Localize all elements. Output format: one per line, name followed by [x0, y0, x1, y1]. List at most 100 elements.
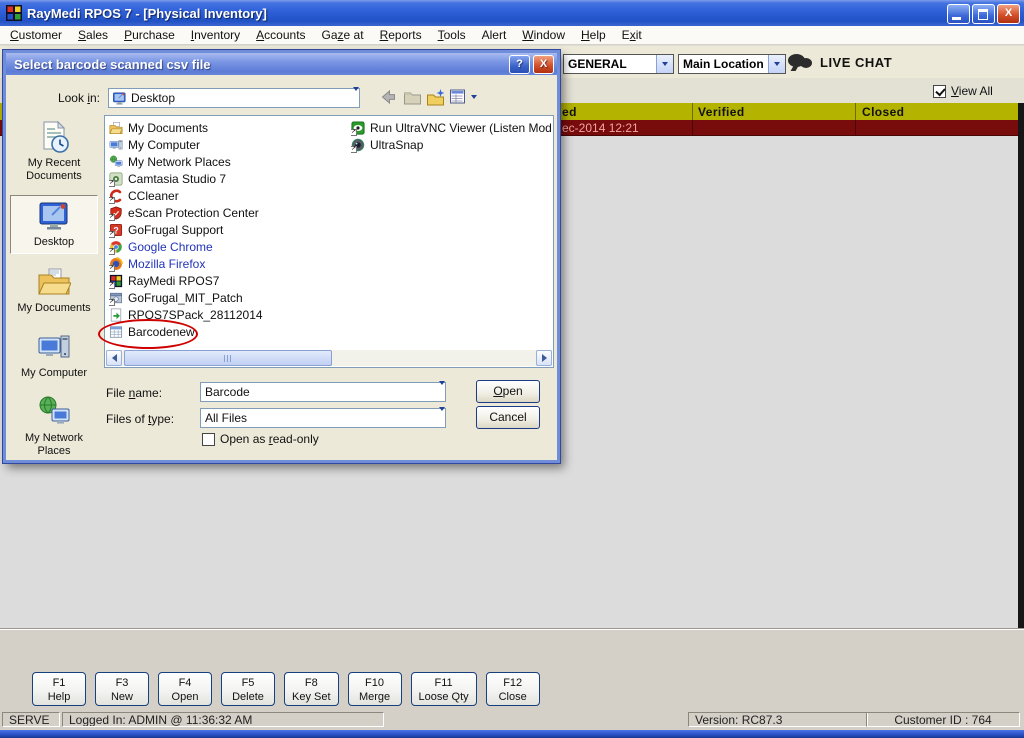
place-my-computer[interactable]: My Computer — [10, 327, 98, 384]
file-item-my-computer[interactable]: My Computer — [109, 136, 347, 153]
title-bar: RayMedi RPOS 7 - [Physical Inventory] X — [0, 0, 1024, 26]
chevron-down-icon[interactable] — [768, 55, 785, 73]
look-in-select[interactable]: Desktop — [108, 87, 360, 108]
desktop-icon — [112, 91, 127, 106]
back-arrow-icon[interactable] — [378, 87, 399, 107]
window-bottom-border — [0, 730, 1024, 738]
fn-button-f5[interactable]: F5 Delete — [221, 672, 275, 706]
scroll-right-arrow-icon[interactable] — [536, 350, 552, 366]
shortcut-arrow-icon: ↗ — [109, 230, 115, 238]
place-my-documents[interactable]: My Documents — [10, 262, 98, 319]
camtasia-icon: ↗ — [109, 172, 123, 187]
grid-header-closed[interactable]: Closed — [856, 103, 1018, 120]
chevron-down-icon[interactable] — [656, 55, 673, 73]
scroll-left-arrow-icon[interactable] — [106, 350, 122, 366]
file-item-gofrugal-support[interactable]: ? ↗ GoFrugal Support — [109, 221, 347, 238]
app-logo-icon — [6, 5, 22, 21]
help-button[interactable]: ? — [509, 55, 530, 74]
file-item-gofrugal-mit-patch[interactable]: ↗ GoFrugal_MIT_Patch — [109, 289, 347, 306]
file-item-my-documents[interactable]: My Documents — [109, 119, 347, 136]
file-item-escan-protection-center[interactable]: ↗ eScan Protection Center — [109, 204, 347, 221]
views-menu-arrow-icon[interactable] — [471, 95, 477, 99]
file-name-input[interactable]: Barcode — [200, 381, 446, 402]
fn-button-f4[interactable]: F4 Open — [158, 672, 212, 706]
file-item-camtasia-studio-7[interactable]: ↗ Camtasia Studio 7 — [109, 170, 347, 187]
shortcut-arrow-icon: ↗ — [109, 298, 115, 306]
shortcut-arrow-icon: ↗ — [109, 196, 115, 204]
csv-icon — [109, 325, 123, 339]
file-item-mozilla-firefox[interactable]: ↗ Mozilla Firefox — [109, 255, 347, 272]
up-folder-icon[interactable] — [402, 87, 423, 107]
file-item-google-chrome[interactable]: ↗ Google Chrome — [109, 238, 347, 255]
menu-item-accounts[interactable]: Accounts — [248, 26, 313, 44]
menu-item-window[interactable]: Window — [514, 26, 573, 44]
file-item-run-ultravnc-viewer-listen-mode-encr[interactable]: ↗Run UltraVNC Viewer (Listen Mode Encr — [351, 119, 551, 136]
menu-item-help[interactable]: Help — [573, 26, 614, 44]
desktop-icon — [37, 199, 71, 233]
menu-item-exit[interactable]: Exit — [614, 26, 650, 44]
read-only-checkbox[interactable]: Open as read-only — [202, 432, 319, 446]
category-select[interactable]: GENERAL — [563, 54, 674, 74]
file-item-ccleaner[interactable]: ↗ CCleaner — [109, 187, 347, 204]
fn-button-f1[interactable]: F1 Help — [32, 672, 86, 706]
location-select[interactable]: Main Location — [678, 54, 786, 74]
lower-panel — [0, 628, 1024, 669]
shortcut-arrow-icon: ↗ — [109, 247, 115, 255]
place-my-recent-documents[interactable]: My Recent Documents — [10, 117, 98, 187]
place-desktop[interactable]: Desktop — [10, 195, 98, 254]
open-button[interactable]: Open — [476, 380, 540, 403]
views-icon[interactable] — [448, 87, 469, 107]
menu-item-reports[interactable]: Reports — [372, 26, 430, 44]
close-button[interactable]: X — [997, 4, 1020, 24]
rpos-pack-icon — [109, 308, 123, 322]
live-chat-button[interactable]: LIVE CHAT — [788, 52, 892, 72]
fn-button-f12[interactable]: F12 Close — [485, 672, 540, 706]
raymedi-icon: ↗ — [109, 274, 123, 289]
scrollbar-thumb[interactable] — [124, 350, 332, 366]
chat-bubbles-icon — [788, 52, 814, 72]
my-documents-folder-icon — [109, 121, 123, 135]
file-item-ultrasnap[interactable]: ↗ UltraSnap — [351, 136, 551, 153]
files-of-type-label: Files of type: — [106, 412, 175, 426]
view-all-checkbox[interactable]: View All — [933, 84, 993, 98]
fn-button-f10[interactable]: F10 Merge — [347, 672, 402, 706]
menu-item-inventory[interactable]: Inventory — [183, 26, 248, 44]
chevron-down-icon[interactable] — [353, 87, 359, 105]
chevron-down-icon[interactable] — [439, 407, 445, 425]
fn-button-f11[interactable]: F11 Loose Qty — [410, 672, 477, 706]
recent-documents-icon — [37, 120, 71, 154]
chevron-down-icon[interactable] — [439, 381, 445, 399]
view-all-label: View All — [951, 84, 993, 98]
menu-item-customer[interactable]: Customer — [2, 26, 70, 44]
file-item-barcodenew[interactable]: Barcodenew — [109, 323, 347, 340]
places-bar: My Recent Documents Desktop My Documents My… — [8, 115, 100, 462]
function-key-bar: F1 Help F3 New F4 Open F5 Delete F8 Key Set F10 Mer… — [0, 668, 1024, 710]
restore-button[interactable] — [972, 4, 995, 24]
dialog-close-button[interactable]: X — [533, 55, 554, 74]
menu-item-sales[interactable]: Sales — [70, 26, 116, 44]
fn-button-f3[interactable]: F3 New — [95, 672, 149, 706]
checkbox-checked-icon[interactable] — [933, 84, 946, 98]
cancel-button[interactable]: Cancel — [476, 406, 540, 429]
read-only-label: Open as read-only — [220, 432, 319, 446]
ccleaner-icon: ↗ — [109, 188, 123, 204]
firefox-icon: ↗ — [109, 256, 123, 272]
file-item-raymedi-rpos7[interactable]: ↗ RayMedi RPOS7 — [109, 272, 347, 289]
minimize-button[interactable] — [947, 4, 970, 24]
file-item-my-network-places[interactable]: My Network Places — [109, 153, 347, 170]
new-folder-icon[interactable] — [425, 87, 446, 107]
dialog-title-bar: Select barcode scanned csv file ? X — [6, 53, 557, 75]
checkbox-unchecked-icon[interactable] — [202, 432, 215, 446]
place-my-network-places[interactable]: My Network Places — [10, 392, 98, 462]
file-item-rpos7spack-28112014[interactable]: RPOS7SPack_28112014 — [109, 306, 347, 323]
shortcut-arrow-icon: ↗ — [109, 213, 115, 221]
horizontal-scrollbar[interactable] — [106, 350, 552, 366]
file-list[interactable]: My Documents My Computer My Network Places… — [104, 115, 554, 368]
fn-button-f8[interactable]: F8 Key Set — [284, 672, 339, 706]
menu-item-tools[interactable]: Tools — [430, 26, 474, 44]
files-of-type-select[interactable]: All Files — [200, 407, 446, 428]
grid-header-verified[interactable]: Verified — [693, 103, 856, 120]
menu-item-purchase[interactable]: Purchase — [116, 26, 183, 44]
menu-item-alert[interactable]: Alert — [474, 26, 515, 44]
menu-item-gaze-at[interactable]: Gaze at — [314, 26, 372, 44]
